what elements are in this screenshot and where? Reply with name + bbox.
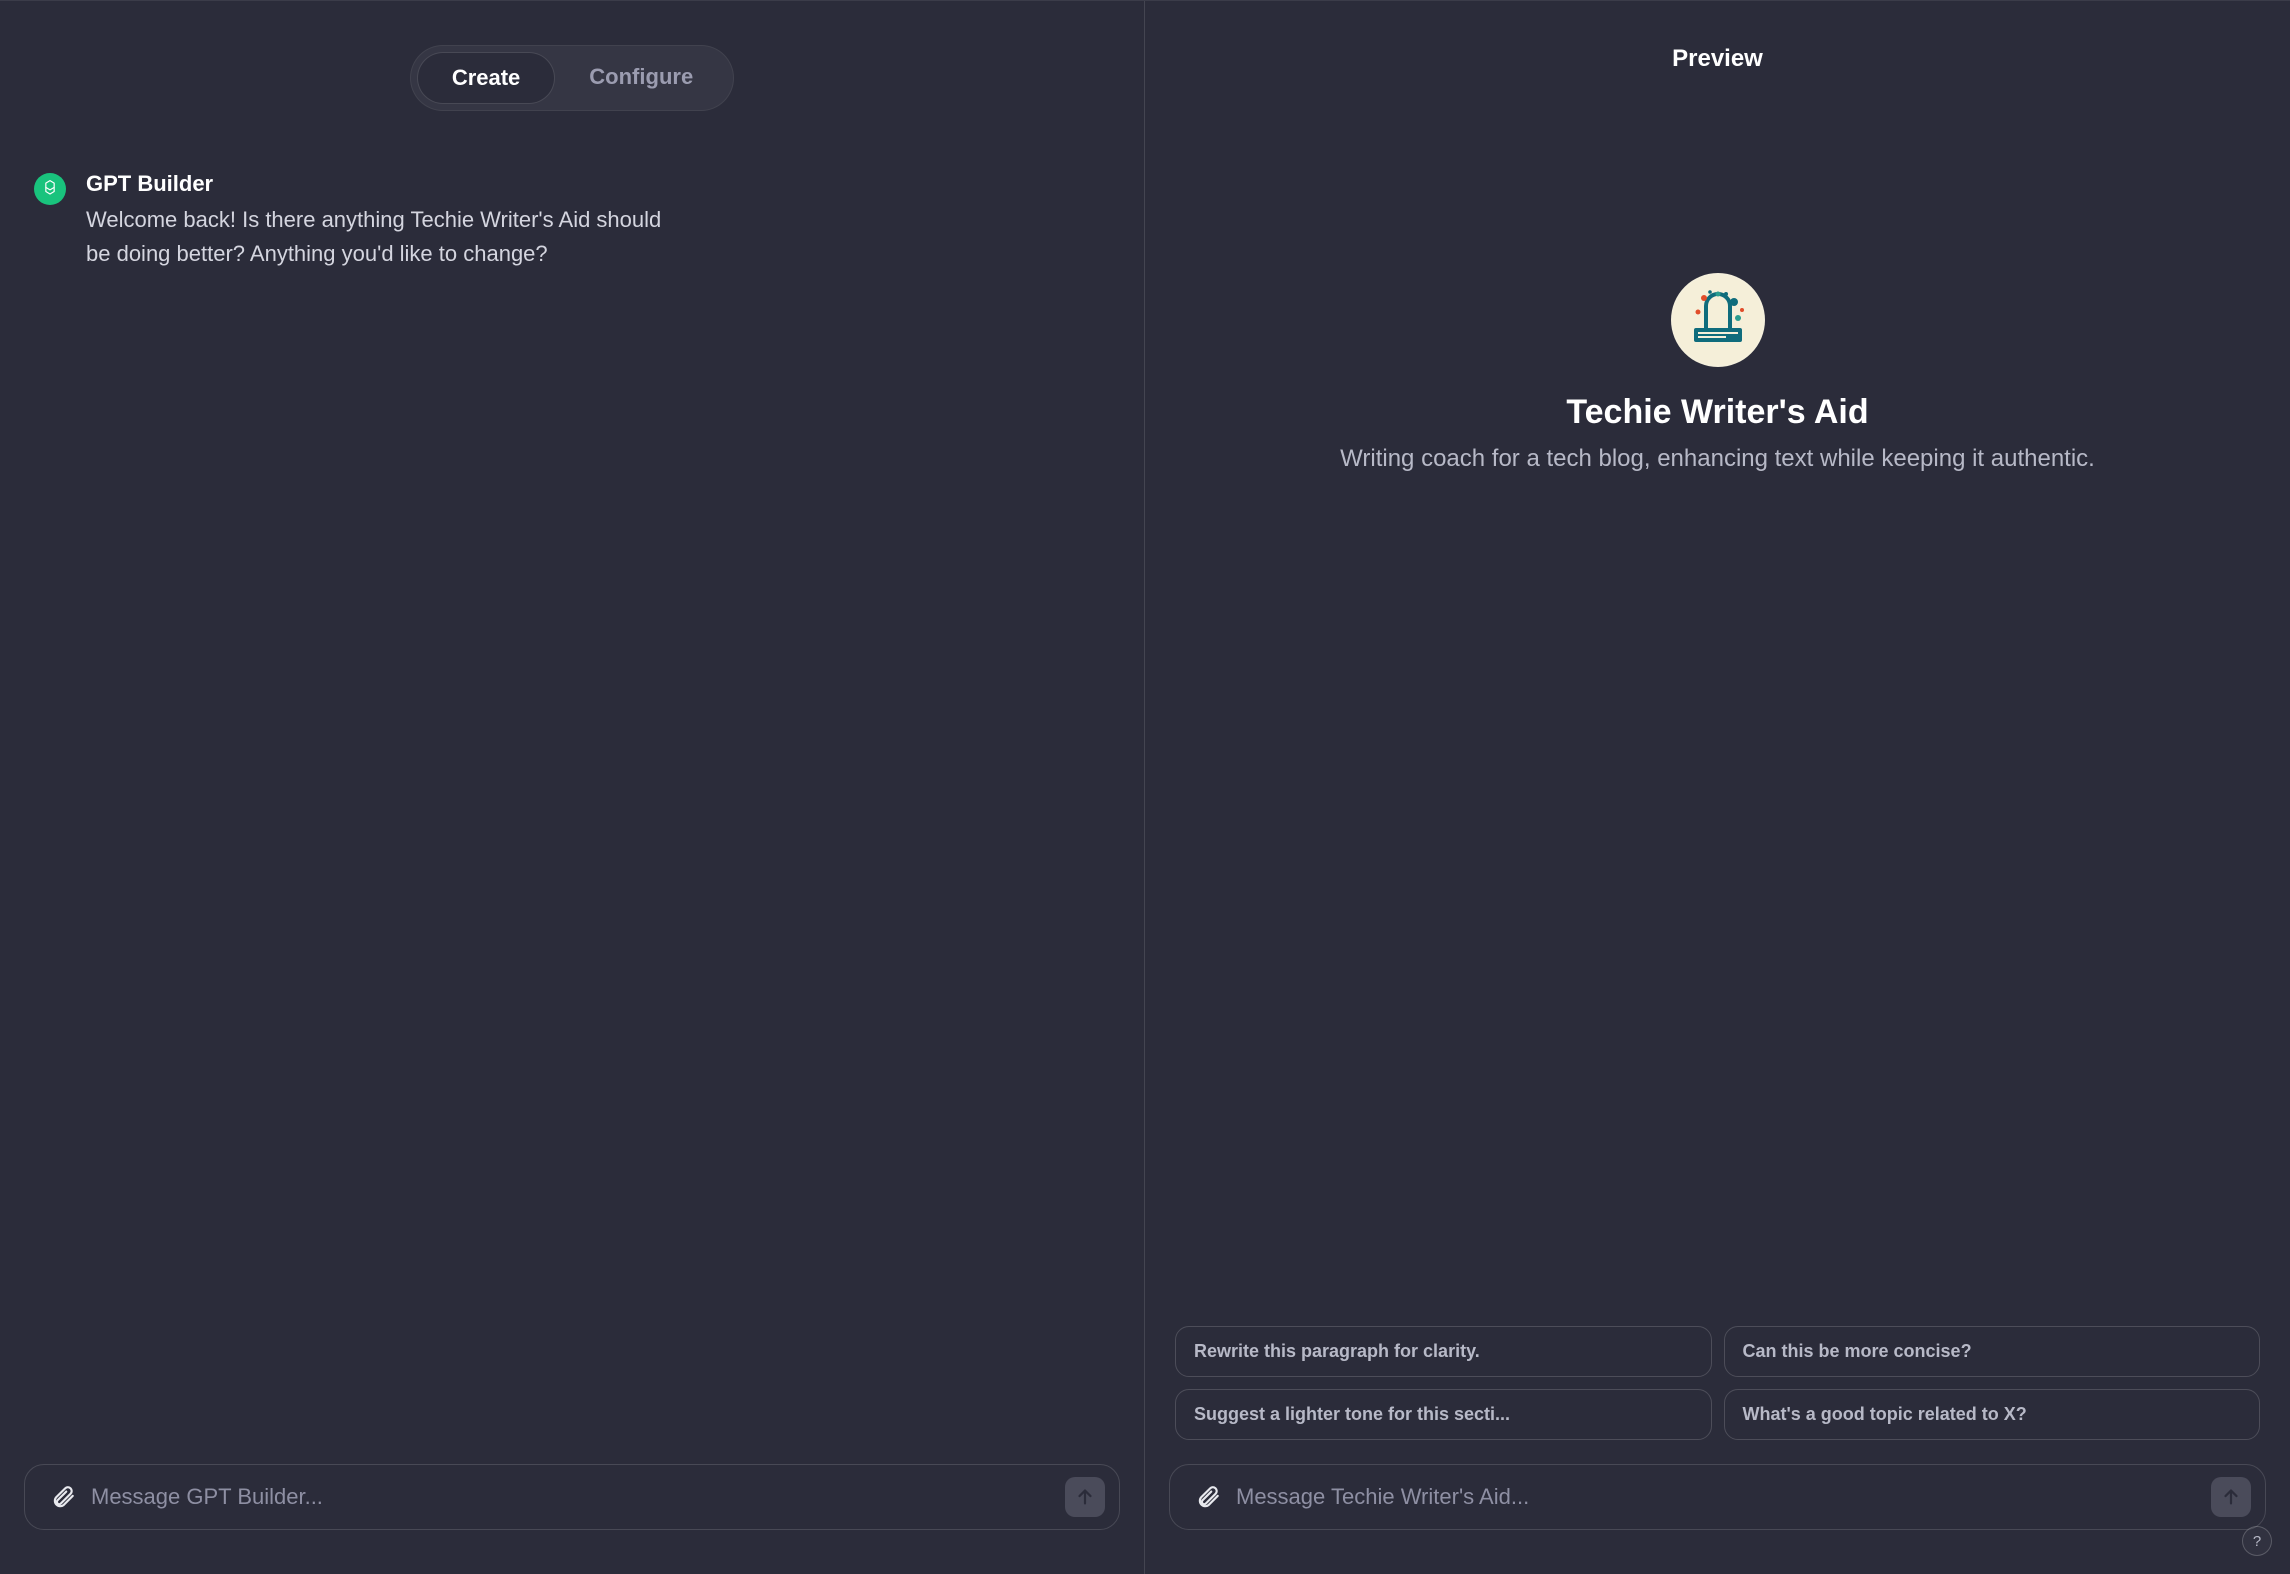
- attach-icon[interactable]: [47, 1481, 79, 1513]
- builder-message-body: GPT Builder Welcome back! Is there anyth…: [86, 171, 674, 271]
- builder-chat: GPT Builder Welcome back! Is there anyth…: [24, 111, 1120, 1464]
- gpt-description: Writing coach for a tech blog, enhancing…: [1340, 442, 2095, 476]
- preview-panel: Preview: [1145, 1, 2290, 1574]
- suggestion-chip[interactable]: Suggest a lighter tone for this secti...: [1175, 1389, 1712, 1440]
- tab-create[interactable]: Create: [417, 52, 555, 104]
- preview-composer-wrap: [1169, 1464, 2266, 1574]
- suggestion-chip[interactable]: Rewrite this paragraph for clarity.: [1175, 1326, 1712, 1377]
- builder-composer-wrap: [24, 1464, 1120, 1574]
- builder-greeting: Welcome back! Is there anything Techie W…: [86, 203, 674, 271]
- suggestion-chip[interactable]: Can this be more concise?: [1724, 1326, 2261, 1377]
- gpt-card: Techie Writer's Aid Writing coach for a …: [1340, 73, 2095, 476]
- tab-configure[interactable]: Configure: [555, 52, 727, 104]
- builder-message: GPT Builder Welcome back! Is there anyth…: [34, 171, 674, 271]
- openai-icon: [34, 173, 66, 205]
- preview-input[interactable]: [1236, 1484, 2199, 1510]
- preview-send-button[interactable]: [2211, 1477, 2251, 1517]
- preview-header-title: Preview: [1169, 45, 2266, 73]
- builder-input[interactable]: [91, 1484, 1053, 1510]
- builder-send-button[interactable]: [1065, 1477, 1105, 1517]
- tab-switcher: Create Configure: [410, 45, 734, 111]
- builder-name: GPT Builder: [86, 171, 674, 197]
- suggestion-grid: Rewrite this paragraph for clarity. Can …: [1169, 1326, 2266, 1440]
- builder-composer: [24, 1464, 1120, 1530]
- preview-header: Preview: [1169, 1, 2266, 73]
- tabs: Create Configure: [24, 1, 1120, 111]
- help-button[interactable]: ?: [2242, 1526, 2272, 1556]
- attach-icon[interactable]: [1192, 1481, 1224, 1513]
- preview-body: Techie Writer's Aid Writing coach for a …: [1169, 73, 2266, 1464]
- preview-composer: [1169, 1464, 2266, 1530]
- gpt-title: Techie Writer's Aid: [1566, 393, 1868, 432]
- builder-panel: Create Configure GPT Builder Welcome bac…: [0, 1, 1145, 1574]
- gpt-logo: [1671, 273, 1765, 367]
- suggestion-chip[interactable]: What's a good topic related to X?: [1724, 1389, 2261, 1440]
- app-root: Create Configure GPT Builder Welcome bac…: [0, 0, 2290, 1574]
